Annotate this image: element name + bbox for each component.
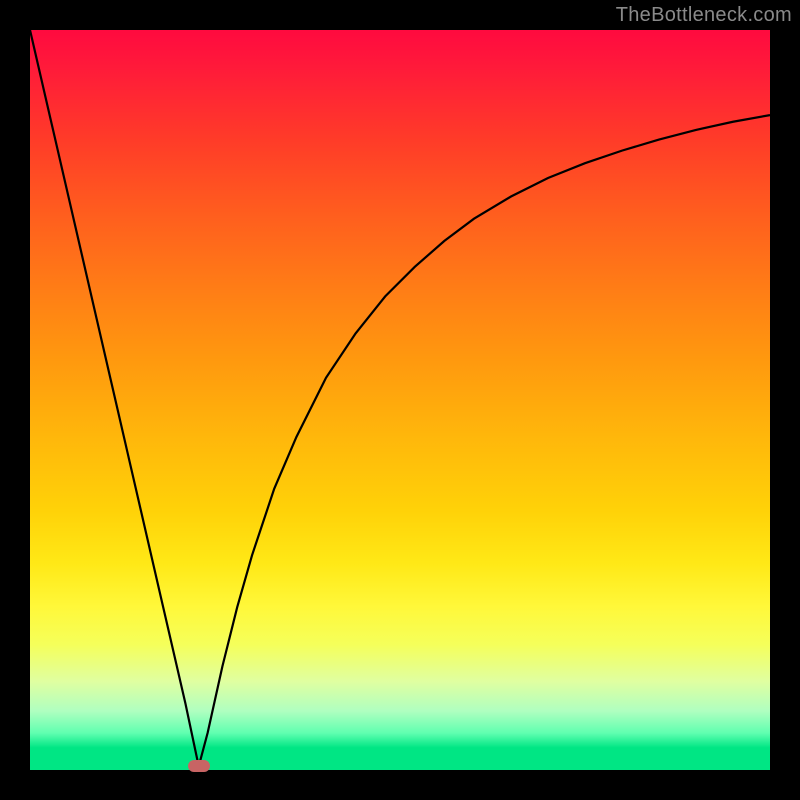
watermark-label: TheBottleneck.com — [616, 4, 792, 27]
min-marker — [188, 760, 210, 772]
curve-svg — [30, 30, 770, 770]
plot-area — [30, 30, 770, 770]
bottleneck-curve — [30, 30, 770, 766]
chart-container: TheBottleneck.com — [0, 0, 800, 800]
